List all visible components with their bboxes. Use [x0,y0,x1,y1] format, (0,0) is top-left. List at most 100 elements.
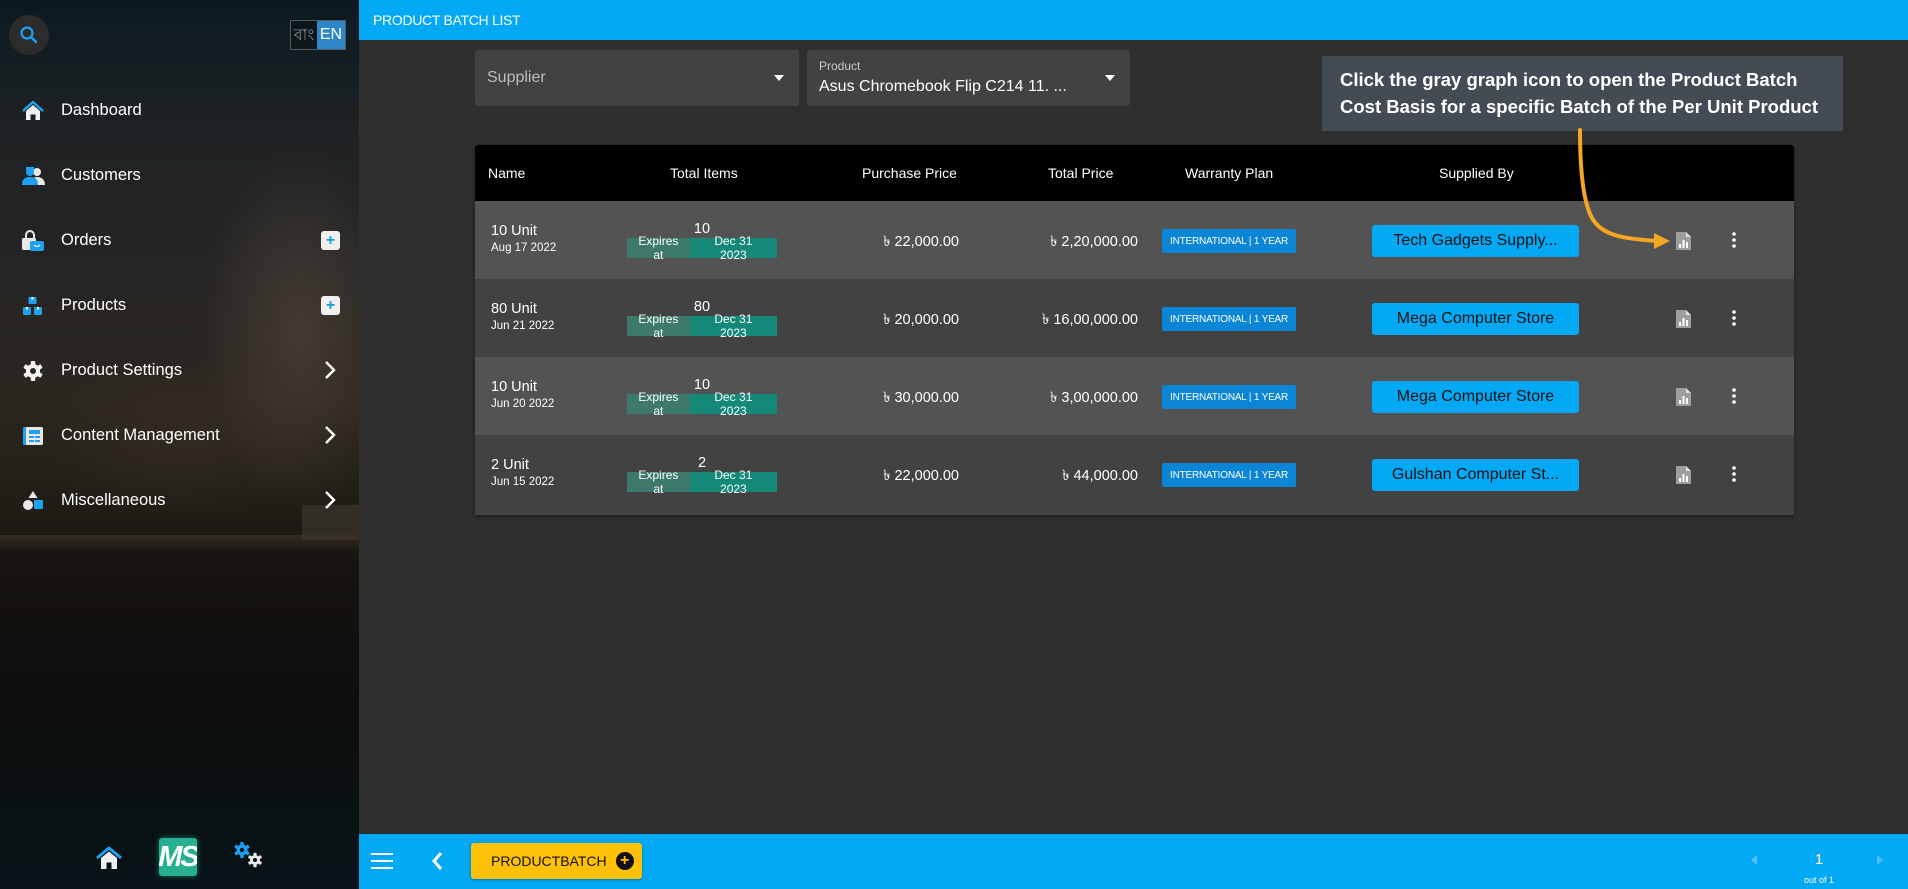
product-label: Product [819,59,861,73]
total-price-value: 16,00,000.00 [1053,312,1138,328]
settings-gears-icon[interactable] [232,840,266,870]
purchase-price: ৳ 20,000.00 [815,309,959,333]
warranty-badge: INTERNATIONAL | 1 YEAR [1162,385,1297,409]
sidebar-item-product-settings[interactable]: Product Settings [0,338,359,403]
batch-date: Jun 15 2022 [491,476,555,488]
more-vert-icon[interactable] [1729,230,1739,250]
instruction-callout: Click the gray graph icon to open the Pr… [1322,56,1843,131]
expiry-date: Dec 31 2023 [689,234,777,262]
cost-basis-graph-icon[interactable] [1675,309,1692,329]
cost-basis-graph-icon[interactable] [1675,231,1692,251]
purchase-price-value: 22,000.00 [894,468,959,484]
total-price: ৳ 16,00,000.00 [995,309,1138,333]
pagination-next-button[interactable] [1877,855,1883,865]
sidebar-bottom: MS [0,838,359,878]
supplier-button[interactable]: Mega Computer Store [1372,303,1579,335]
dropdown-caret-icon [774,75,784,81]
currency-symbol: ৳ [1062,468,1070,484]
pagination-prev-button[interactable] [1751,855,1757,865]
add-order-button[interactable]: + [321,231,340,250]
total-price-value: 44,000.00 [1073,468,1138,484]
table-row: 10 Unit Aug 17 2022 10 Expires at Dec 31… [475,201,1794,279]
product-select[interactable]: Product Asus Chromebook Flip C214 11. ..… [807,50,1130,106]
batch-name: 80 Unit [491,301,537,317]
cost-basis-graph-icon[interactable] [1675,387,1692,407]
table-header: Name Total Items Purchase Price Total Pr… [475,145,1794,201]
expiry-label: Expires at [627,312,690,340]
purchase-price: ৳ 22,000.00 [815,465,959,489]
back-chevron-icon[interactable] [430,850,444,872]
currency-symbol: ৳ [1042,312,1050,328]
app-logo[interactable]: MS [159,838,197,876]
warranty-badge: INTERNATIONAL | 1 YEAR [1162,307,1297,331]
sidebar-item-label: Content Management [61,426,220,444]
total-items-cell: 80 Expires at Dec 31 2023 [627,299,777,340]
expiry-label: Expires at [627,390,690,418]
column-header-name: Name [488,165,526,181]
language-toggle[interactable]: বাং EN [290,20,346,50]
products-icon [23,297,42,315]
language-bn[interactable]: বাং [291,21,317,49]
sidebar-item-miscellaneous[interactable]: Miscellaneous [0,468,359,533]
add-productbatch-button[interactable]: PRODUCTBATCH + [471,843,642,879]
home-icon[interactable] [95,845,123,871]
total-items-cell: 2 Expires at Dec 31 2023 [627,455,777,496]
shapes-icon [23,491,43,510]
orders-icon [22,230,44,251]
batch-name-cell: 10 Unit Jun 20 2022 [491,379,554,410]
table-row: 10 Unit Jun 20 2022 10 Expires at Dec 31… [475,357,1794,435]
expiry-badge: Expires at Dec 31 2023 [627,390,777,418]
sidebar-nav: Dashboard Customers Orders + Products + … [0,78,359,533]
add-product-button[interactable]: + [321,296,340,315]
product-value: Asus Chromebook Flip C214 11. ... [819,78,1067,95]
sidebar-item-content-management[interactable]: Content Management [0,403,359,468]
pagination-current-page: 1 [1814,851,1824,868]
more-vert-icon[interactable] [1729,386,1739,406]
batch-date: Jun 21 2022 [491,320,555,332]
supplier-button[interactable]: Mega Computer Store [1372,381,1579,413]
expiry-date: Dec 31 2023 [689,312,777,340]
supplier-select[interactable]: Supplier [475,50,799,106]
currency-symbol: ৳ [1050,390,1058,406]
plus-circle-icon: + [615,852,634,870]
supplier-button[interactable]: Gulshan Computer St... [1372,459,1579,491]
expiry-badge: Expires at Dec 31 2023 [627,468,777,496]
home-icon [22,100,44,120]
sidebar-item-dashboard[interactable]: Dashboard [0,78,359,143]
batch-name-cell: 10 Unit Aug 17 2022 [491,223,556,254]
sidebar-item-products[interactable]: Products + [0,273,359,338]
expiry-date: Dec 31 2023 [689,390,777,418]
batch-name-cell: 80 Unit Jun 21 2022 [491,301,554,332]
supplier-button[interactable]: Tech Gadgets Supply... [1372,225,1579,257]
total-items-cell: 10 Expires at Dec 31 2023 [627,377,777,418]
expiry-badge: Expires at Dec 31 2023 [627,312,777,340]
currency-symbol: ৳ [883,390,891,406]
add-productbatch-label: PRODUCTBATCH [491,853,607,869]
top-bar: PRODUCT BATCH LIST [359,0,1908,40]
sidebar-item-orders[interactable]: Orders + [0,208,359,273]
purchase-price-value: 22,000.00 [894,234,959,250]
currency-symbol: ৳ [883,234,891,250]
purchase-price: ৳ 22,000.00 [815,231,959,255]
language-en[interactable]: EN [317,21,345,49]
currency-symbol: ৳ [1050,234,1058,250]
batch-date: Aug 17 2022 [491,242,557,254]
column-header-total-price: Total Price [1048,165,1114,181]
purchase-price: ৳ 30,000.00 [815,387,959,411]
callout-text: Click the gray graph icon to open the Pr… [1340,69,1819,117]
sidebar-item-label: Dashboard [61,101,142,119]
dropdown-caret-icon [1105,75,1115,81]
batch-name: 2 Unit [491,457,529,473]
total-items-cell: 10 Expires at Dec 31 2023 [627,221,777,262]
search-button[interactable] [9,15,49,55]
more-vert-icon[interactable] [1729,464,1739,484]
column-header-purchase-price: Purchase Price [862,165,957,181]
page-title: PRODUCT BATCH LIST [373,12,521,28]
more-vert-icon[interactable] [1729,308,1739,328]
total-price-value: 2,20,000.00 [1061,234,1138,250]
cost-basis-graph-icon[interactable] [1675,465,1692,485]
warranty-badge: INTERNATIONAL | 1 YEAR [1162,229,1297,253]
sidebar-item-customers[interactable]: Customers [0,143,359,208]
batch-name: 10 Unit [491,223,537,239]
menu-icon[interactable] [371,852,393,870]
